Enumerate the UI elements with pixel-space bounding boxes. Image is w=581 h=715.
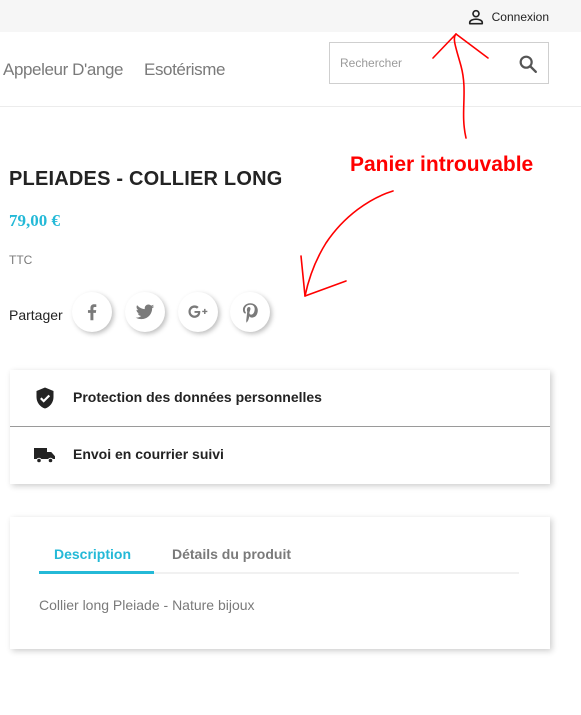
tax-label: TTC (9, 253, 33, 267)
share-pinterest-button[interactable] (230, 292, 270, 332)
search-input[interactable] (340, 53, 500, 73)
reassurance-item-shipping: Envoi en courrier suivi (10, 427, 550, 484)
nav-item-appeleur-dange[interactable]: Appeleur D'ange (3, 60, 124, 80)
login-label: Connexion (491, 10, 549, 24)
reassurance-item-data-protection: Protection des données personnelles (10, 370, 550, 427)
product-price: 79,00 € (9, 211, 60, 230)
nav-item-esoterisme[interactable]: Esotérisme (144, 60, 225, 80)
main-navigation: Appeleur D'ange Esotérisme (0, 32, 581, 107)
facebook-icon (87, 304, 97, 321)
annotation-text: Panier introuvable (350, 153, 534, 176)
reassurance-label: Protection des données personnelles (73, 389, 322, 405)
tab-description[interactable]: Description (54, 546, 131, 562)
login-link[interactable]: Connexion (466, 7, 549, 27)
top-bar: Connexion (0, 0, 581, 32)
share-google-plus-button[interactable] (178, 292, 218, 332)
google-plus-icon (188, 305, 208, 318)
reassurance-block: Protection des données personnelles Envo… (10, 370, 550, 484)
user-icon (468, 9, 483, 25)
product-tabs: Description Détails du produit Collier l… (10, 517, 550, 649)
share-label: Partager (9, 307, 63, 323)
pinterest-icon (242, 303, 258, 323)
product-description: Collier long Pleiade - Nature bijoux (39, 597, 255, 613)
annotation-arrow-down (304, 190, 394, 297)
share-twitter-button[interactable] (125, 292, 165, 332)
search-box (329, 42, 549, 84)
product-title: PLEIADES - COLLIER LONG (9, 168, 283, 190)
active-tab-indicator (39, 571, 154, 574)
share-facebook-button[interactable] (72, 292, 112, 332)
truck-icon (34, 448, 55, 464)
search-icon[interactable] (517, 53, 539, 75)
twitter-icon (135, 304, 155, 320)
tab-product-details[interactable]: Détails du produit (172, 546, 291, 562)
shield-check-icon (36, 387, 54, 409)
reassurance-label: Envoi en courrier suivi (73, 446, 224, 462)
